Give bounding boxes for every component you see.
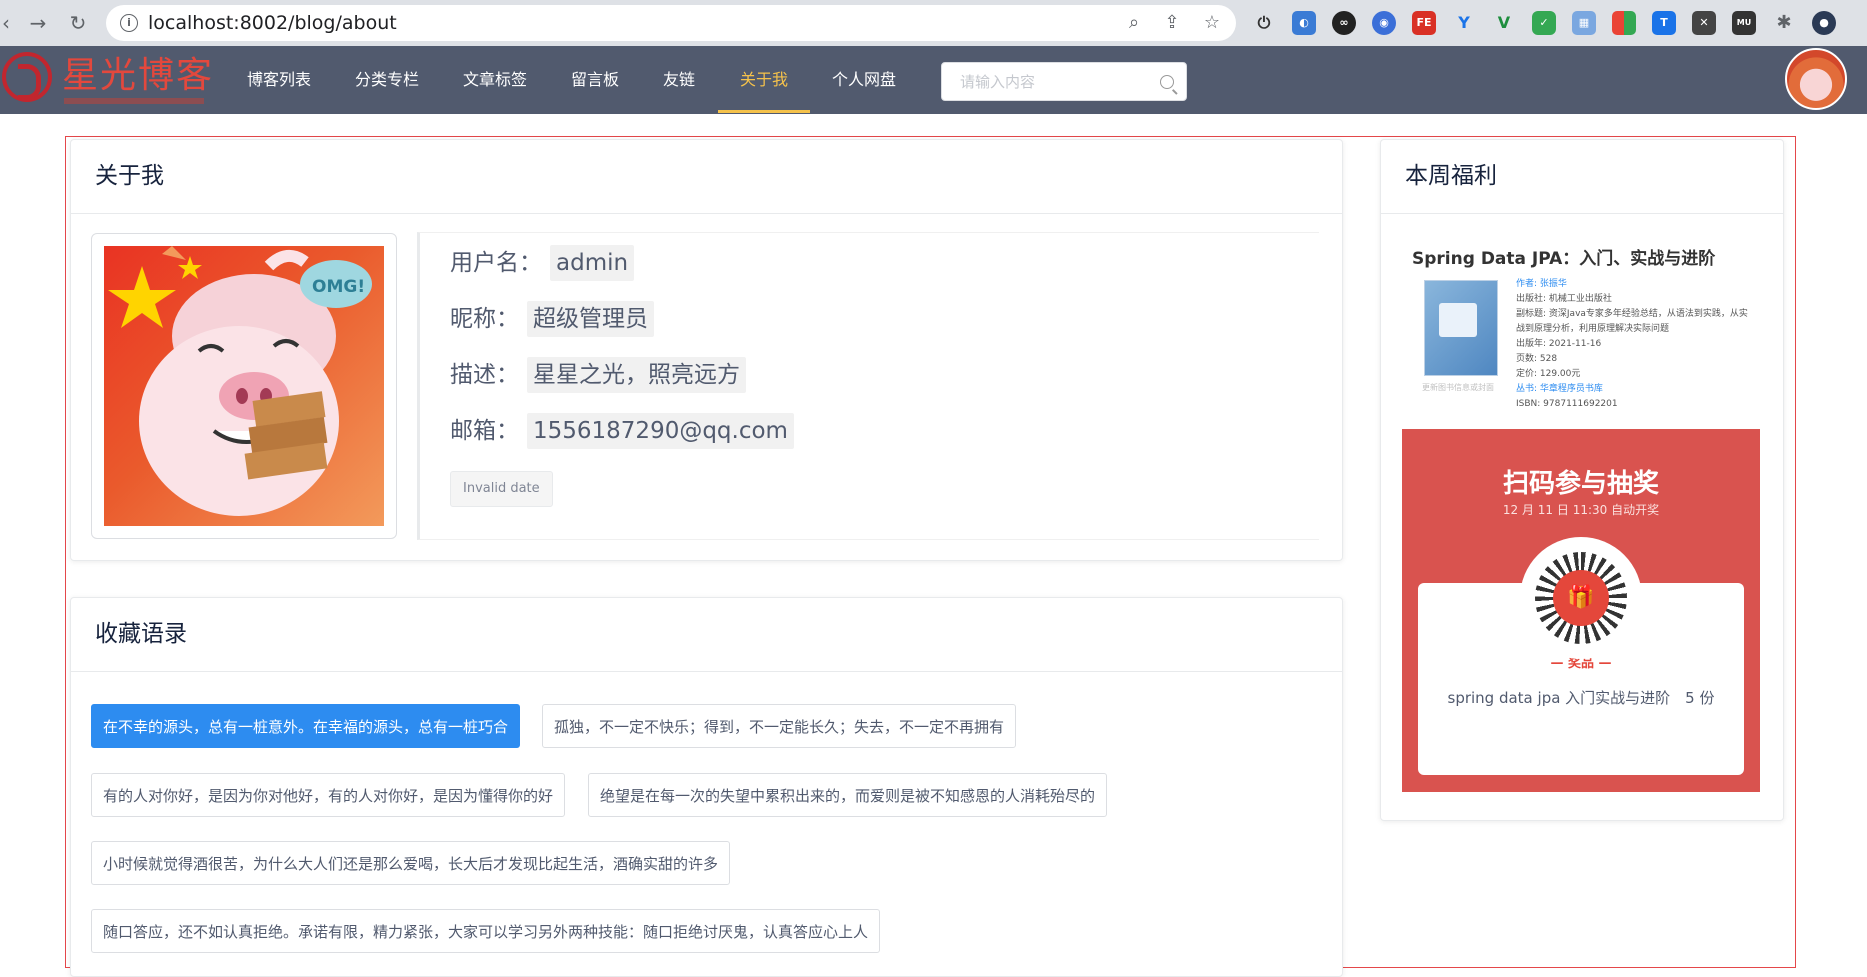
gift-icon: 🎁 (1553, 570, 1609, 626)
nav-blog-list[interactable]: 博客列表 (247, 46, 311, 114)
book-isbn: ISBN: 9787111692201 (1516, 399, 1618, 409)
search-input[interactable] (958, 72, 1152, 92)
logo-underline (64, 98, 204, 104)
benefits-title: 本周福利 (1405, 163, 1497, 189)
book-subtitle: 副标题: 资深Java专家多年经验总结，从语法到实践，从实战到原理分析，利用原理… (1516, 309, 1748, 334)
nav-friend-links[interactable]: 友链 (663, 46, 695, 114)
url-text[interactable]: localhost:8002/blog/about (148, 5, 397, 41)
logo-icon[interactable] (2, 52, 52, 102)
book-title[interactable]: Spring Data JPA：入门、实战与进阶 (1412, 244, 1715, 269)
book-cover-image[interactable] (1424, 280, 1498, 376)
power-extension-icon[interactable]: ⏻ (1252, 11, 1276, 35)
prize-text: spring data jpa 入门实战与进阶 5 份 (1447, 689, 1715, 707)
firefox-extension-icon[interactable]: ◉ (1372, 11, 1396, 35)
share-icon[interactable]: ⇪ (1160, 11, 1184, 35)
y-extension-icon[interactable]: Y (1452, 11, 1476, 35)
book-series: 丛书: 华章程序员书库 (1516, 384, 1603, 394)
svg-text:OMG!: OMG! (312, 277, 365, 297)
t-extension-icon[interactable]: T (1652, 11, 1676, 35)
color-extension-icon[interactable] (1612, 11, 1636, 35)
quotes-title: 收藏语录 (95, 621, 187, 647)
nav-cloud-drive[interactable]: 个人网盘 (832, 46, 896, 114)
quote-tag[interactable]: 在不幸的源头，总有一桩意外。在幸福的源头，总有一桩巧合 (91, 704, 521, 748)
forward-icon[interactable]: → (24, 9, 52, 37)
quote-tag[interactable]: 孤独，不一定不快乐；得到，不一定能长久；失去，不一定不再拥有 (542, 704, 1017, 748)
infinity-extension-icon[interactable]: ∞ (1332, 11, 1356, 35)
book-publisher: 出版社: 机械工业出版社 (1516, 294, 1612, 304)
profile-info-panel: 用户名： admin 昵称： 超级管理员 描述： 星星之光，照亮远方 邮箱： 15561… (417, 232, 1319, 540)
user-avatar[interactable] (1785, 48, 1847, 110)
book-price: 定价: 129.00元 (1516, 369, 1581, 379)
shield-extension-icon[interactable]: ◐ (1292, 11, 1316, 35)
about-title: 关于我 (95, 163, 164, 189)
grid-extension-icon[interactable]: ▦ (1572, 11, 1596, 35)
nickname-value: 超级管理员 (527, 301, 654, 337)
description-value: 星星之光，照亮远方 (527, 357, 746, 393)
nav-about[interactable]: 关于我 (740, 46, 788, 114)
nav-message-board[interactable]: 留言板 (571, 46, 619, 114)
nickname-row: 昵称： 超级管理员 (450, 301, 654, 337)
search-box[interactable] (941, 62, 1187, 101)
username-label: 用户名： (450, 250, 542, 276)
description-label: 描述： (450, 362, 519, 388)
username-value: admin (550, 245, 635, 281)
search-icon[interactable] (1160, 75, 1174, 89)
nav-tags[interactable]: 文章标签 (463, 46, 527, 114)
muse-extension-icon[interactable]: MU (1732, 11, 1756, 35)
extensions-puzzle-icon[interactable]: ✱ (1772, 11, 1796, 35)
nav-active-indicator (718, 110, 810, 113)
back-icon[interactable]: ‹ (0, 9, 20, 37)
site-info-icon[interactable]: i (120, 14, 138, 32)
cartoon-cow-icon: OMG! (108, 246, 372, 516)
nickname-label: 昵称： (450, 306, 519, 332)
book-update-note: 更新图书信息或封面 (1422, 383, 1494, 392)
profile-avatar-frame: OMG! (91, 233, 397, 539)
quote-tag[interactable]: 随口答应，还不如认真拒绝。承诺有限，精力紧张，大家可以学习另外两种技能：随口拒绝… (91, 909, 881, 953)
quote-tag[interactable]: 有的人对你好，是因为你对他好，有的人对你好，是因为懂得你的好 (91, 773, 566, 817)
description-row: 描述： 星星之光，照亮远方 (450, 357, 746, 393)
zoom-icon[interactable]: ⌕ (1122, 11, 1146, 35)
email-label: 邮箱： (450, 418, 519, 444)
quote-tag[interactable]: 小时候就觉得酒很苦，为什么大人们还是那么爱喝，长大后才发现比起生活，酒确实甜的许… (91, 841, 731, 885)
quote-tag[interactable]: 绝望是在每一次的失望中累积出来的，而爱则是被不知感恩的人消耗殆尽的 (588, 773, 1108, 817)
username-row: 用户名： admin (450, 245, 635, 281)
quotes-divider (71, 671, 1342, 672)
fe-extension-icon[interactable]: FE (1412, 11, 1436, 35)
reload-icon[interactable]: ↻ (64, 9, 92, 37)
site-logo-text[interactable]: 星光博客 (62, 54, 214, 98)
address-bar[interactable]: i localhost:8002/blog/about ⌕ ⇪ ☆ (106, 5, 1236, 41)
lottery-banner[interactable]: 扫码参与抽奖 12 月 11 日 11:30 自动开奖 — 奖品 — sprin… (1402, 429, 1760, 792)
x-extension-icon[interactable]: ✕ (1692, 11, 1716, 35)
email-value: 1556187290@qq.com (527, 413, 794, 449)
date-tag: Invalid date (450, 471, 553, 507)
browser-toolbar: ‹ → ↻ i localhost:8002/blog/about ⌕ ⇪ ☆ … (0, 0, 1867, 46)
lottery-subtitle: 12 月 11 日 11:30 自动开奖 (1502, 503, 1660, 517)
profile-icon[interactable]: ● (1812, 11, 1836, 35)
benefits-divider (1381, 213, 1783, 214)
about-divider (71, 213, 1342, 214)
book-author: 作者: 张振华 (1516, 279, 1567, 289)
profile-avatar-image: OMG! (104, 246, 384, 526)
lottery-title: 扫码参与抽奖 (1502, 469, 1659, 499)
check-shield-extension-icon[interactable]: ✓ (1532, 11, 1556, 35)
lottery-qr-code[interactable]: 🎁 (1520, 537, 1642, 659)
email-row: 邮箱： 1556187290@qq.com (450, 413, 794, 449)
nav-categories[interactable]: 分类专栏 (355, 46, 419, 114)
book-pages: 页数: 528 (1516, 354, 1558, 364)
v-extension-icon[interactable]: V (1492, 11, 1516, 35)
book-pubdate: 出版年: 2021-11-16 (1516, 339, 1602, 349)
bookmark-star-icon[interactable]: ☆ (1200, 11, 1224, 35)
